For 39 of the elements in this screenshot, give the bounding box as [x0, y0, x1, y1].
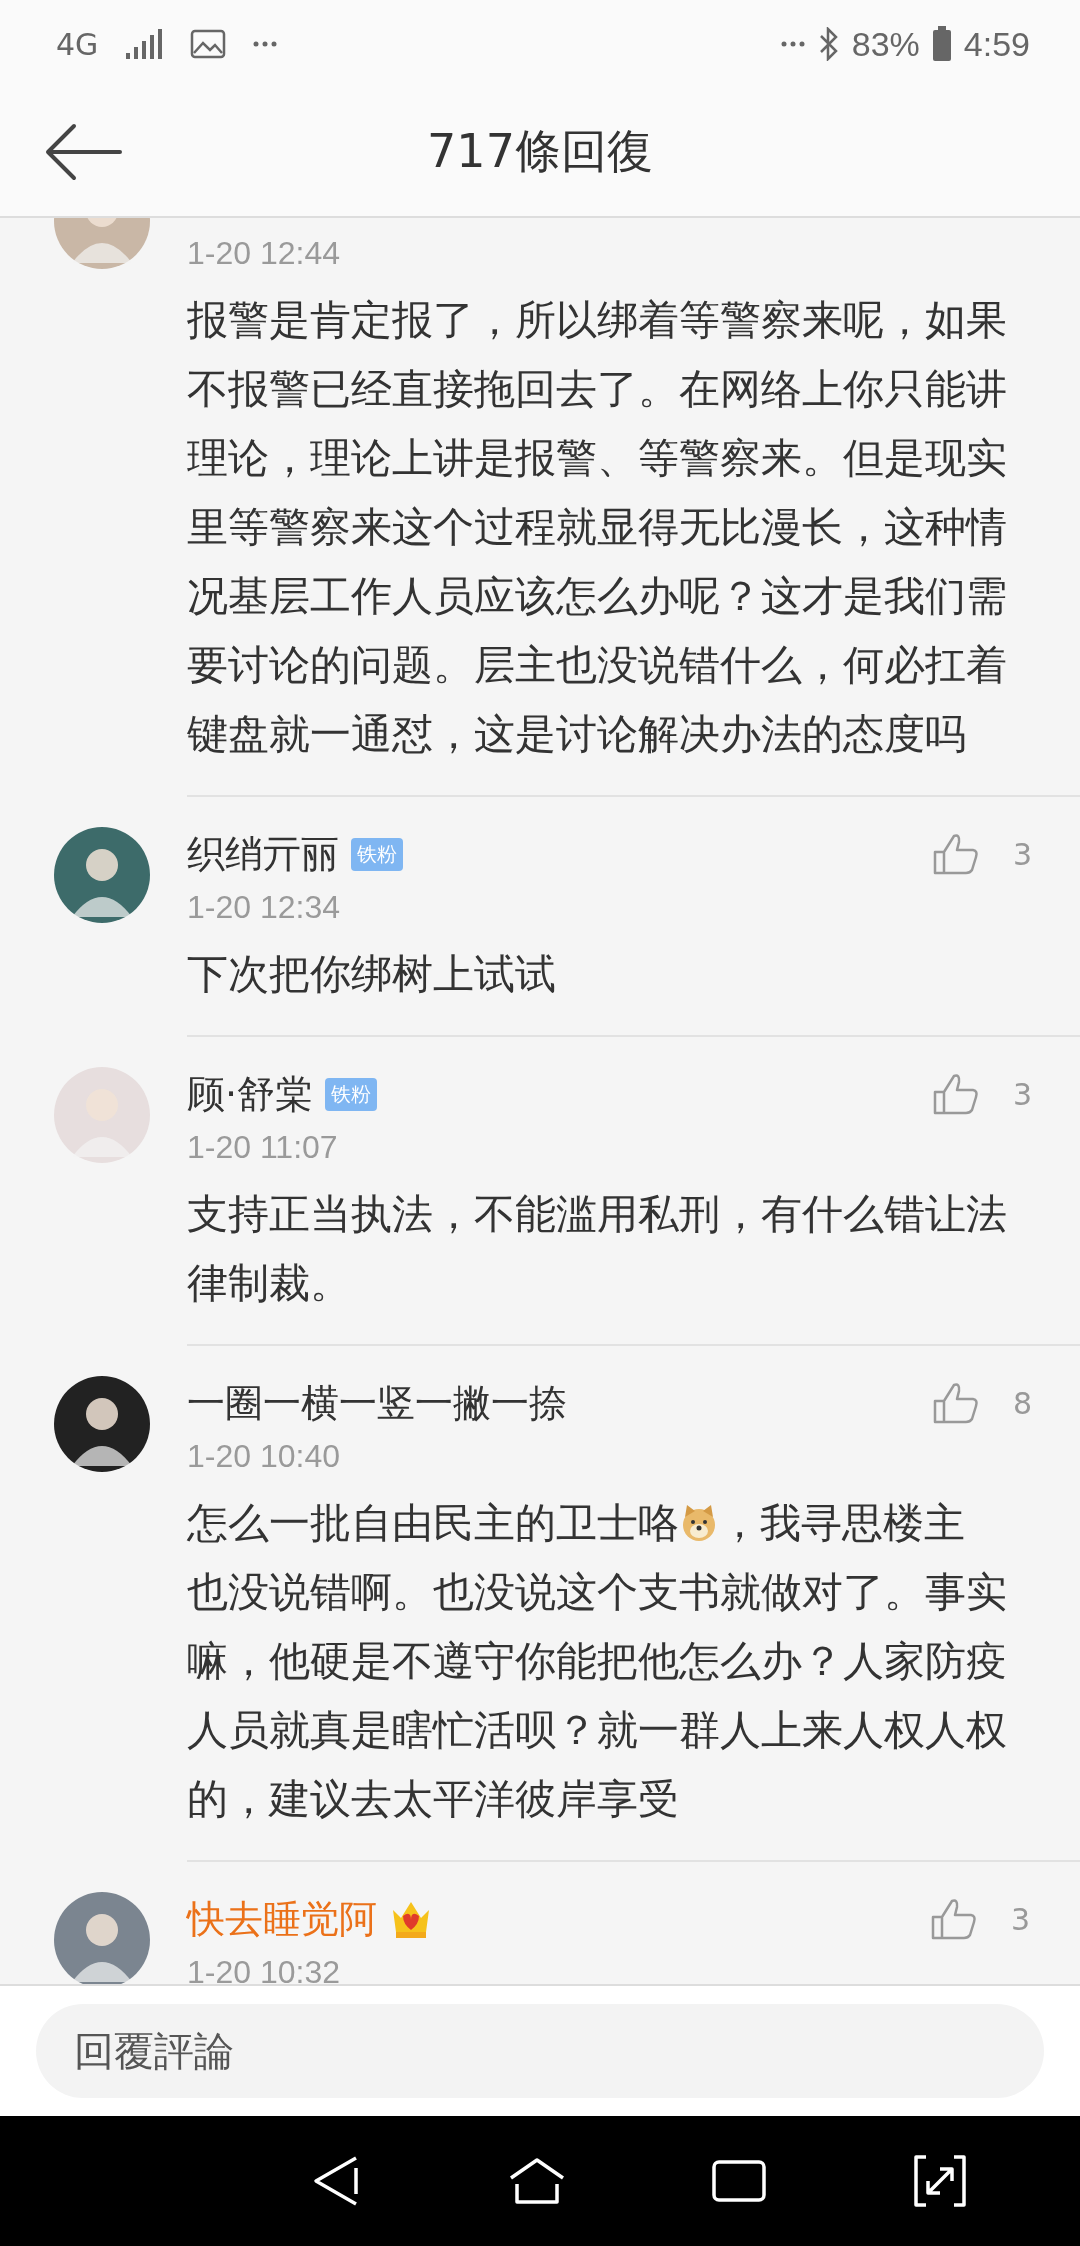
network-label: 4G — [56, 26, 99, 62]
expand-icon[interactable] — [911, 2153, 968, 2209]
thumbs-up-icon[interactable] — [930, 1897, 978, 1941]
comment-text: 报警是肯定报了，所以绑着等警察来呢，如果不报警已经直接拖回去了。在网络上你只能讲理论，理论上讲是报警、等警察来。但是现实里等警察来这个过程就显得无比漫长，这种情况基层工作人员应该怎么办呢？这才是我们需要讨论的问题。层主也没说错什么，何必扛着键盘就一通怼，这是讨论解决办法的态度吗 — [187, 295, 1008, 760]
fan-badge: 铁粉 — [351, 837, 403, 871]
comment-time: 1-20 10:40 — [187, 1438, 340, 1475]
like-count: 3 — [1009, 1901, 1030, 1937]
user-name[interactable]: 一圈一横一竖一撇一捺 — [187, 1377, 567, 1429]
image-icon — [190, 29, 227, 59]
signal-icon — [124, 27, 165, 61]
more-icon — [252, 40, 279, 48]
battery-icon — [931, 26, 952, 62]
fan-badge: 铁粉 — [325, 1077, 378, 1111]
thumbs-up-icon[interactable] — [932, 1381, 980, 1425]
clock: 4:59 — [963, 24, 1030, 64]
battery-percent: 83% — [851, 24, 920, 64]
bluetooth-icon — [817, 27, 840, 61]
like-count: 3 — [1011, 836, 1032, 872]
comment-text: 怎么一批自由民主的卫士咯 — [187, 1499, 679, 1547]
user-name[interactable]: 顾·舒棠 — [187, 1068, 314, 1120]
comment-time: 1-20 10:32 — [187, 1954, 340, 1984]
comment-time: 1-20 12:34 — [187, 889, 340, 926]
avatar[interactable] — [54, 1376, 150, 1472]
recent-apps-icon[interactable] — [711, 2159, 768, 2203]
comment-time: 1-20 12:44 — [187, 235, 340, 272]
reply-input-field[interactable]: 回覆評論 — [36, 2004, 1044, 2098]
thumbs-up-icon[interactable] — [932, 1072, 980, 1116]
comment-time: 1-20 11:07 — [187, 1129, 338, 1166]
comment-text: ，我寻思楼主 — [719, 1499, 965, 1547]
page-title: 717條回復 — [426, 123, 654, 180]
thumbs-up-icon[interactable] — [932, 832, 980, 876]
like-count: 8 — [1011, 1385, 1032, 1421]
more-icon — [779, 40, 806, 48]
comment-text: 支持正当执法，不能滥用私刑，有什么错让法律制裁。 — [187, 1189, 1008, 1309]
back-arrow-icon[interactable] — [44, 122, 124, 182]
like-count: 3 — [1011, 1076, 1032, 1112]
user-name[interactable]: 织绡亓丽 — [187, 828, 339, 880]
comment-text: 下次把你绑树上试试 — [187, 949, 557, 1000]
comment-text: 也没说错啊。也没说这个支书就做对了。事实嘛，他硬是不遵守你能把他怎么办？人家防疫人员就真是瞎忙活呗？就一群人上来人权人权的，建议去太平洋彼岸享受 — [187, 1567, 1008, 1825]
